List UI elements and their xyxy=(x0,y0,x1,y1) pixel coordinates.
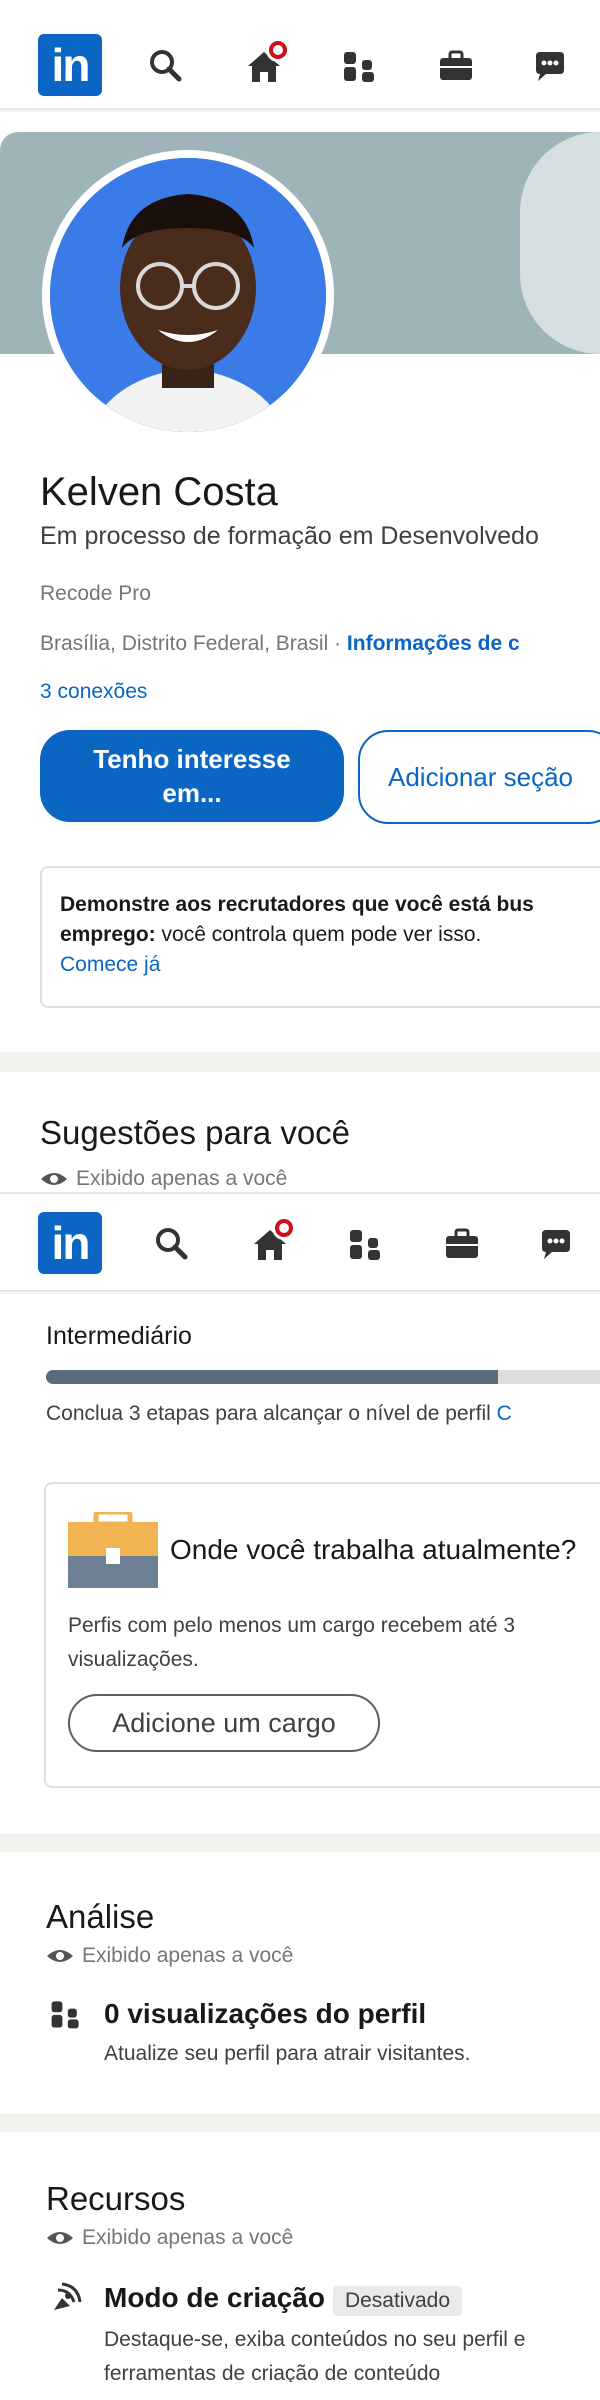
resources-visibility: Exibido apenas a você xyxy=(46,2226,293,2250)
profile-strength-bar xyxy=(46,1370,600,1384)
progress-hint: Conclua 3 etapas para alcançar o nível d… xyxy=(46,1402,512,1425)
creator-mode-sub-line2: ferramentas de criação de conteúdo xyxy=(104,2362,441,2382)
briefcase-icon xyxy=(68,1509,158,1588)
linkedin-logo-icon[interactable]: in xyxy=(38,1212,102,1274)
satellite-dish-icon xyxy=(48,2280,84,2316)
open-to-button-line2: em... xyxy=(162,778,222,808)
home-icon[interactable] xyxy=(244,38,290,86)
creator-mode-row[interactable]: Modo de criação Desativado xyxy=(104,2282,462,2316)
home-icon[interactable] xyxy=(250,1216,296,1264)
progress-hint-link[interactable]: C xyxy=(497,1402,512,1425)
top-nav-bar: in xyxy=(0,0,600,110)
role-card-desc-line2: visualizações. xyxy=(68,1648,199,1671)
creator-mode-sub: Destaque-se, exiba conteúdos no seu perf… xyxy=(104,2328,526,2351)
get-started-link[interactable]: Comece já xyxy=(60,950,160,980)
profile-headline: Em processo de formação em Desenvolvedo xyxy=(40,522,539,550)
jobs-icon[interactable] xyxy=(436,46,476,86)
people-icon xyxy=(48,1996,84,2032)
suggestions-visibility: Exibido apenas a você xyxy=(40,1166,287,1192)
contact-info-link[interactable]: Informações de c xyxy=(347,632,520,655)
messaging-icon[interactable] xyxy=(530,46,570,86)
creator-mode-status-badge: Desativado xyxy=(332,2286,462,2316)
eye-icon xyxy=(47,2232,73,2244)
connections-link[interactable]: 3 conexões xyxy=(40,680,147,704)
network-icon[interactable] xyxy=(340,46,380,86)
open-to-button[interactable]: Tenho interesse em... xyxy=(40,730,344,822)
analytics-title: Análise xyxy=(46,1898,155,1935)
role-card-title: Onde você trabalha atualmente? xyxy=(170,1534,577,1565)
profile-views-link[interactable]: 0 visualizações do perfil xyxy=(104,1998,426,2030)
jobs-icon[interactable] xyxy=(442,1224,482,1264)
resources-card xyxy=(0,2132,600,2400)
profile-location-row: Brasília, Distrito Federal, Brasil · Inf… xyxy=(40,632,520,656)
avatar[interactable] xyxy=(50,158,326,432)
profile-location: Brasília, Distrito Federal, Brasil · xyxy=(40,632,347,655)
suggestions-title: Sugestões para você xyxy=(40,1114,351,1151)
search-icon[interactable] xyxy=(146,46,186,86)
profile-level: Intermediário xyxy=(46,1322,192,1350)
messaging-icon[interactable] xyxy=(536,1224,576,1264)
open-to-button-line1: Tenho interesse xyxy=(93,744,291,774)
add-role-button[interactable]: Adicione um cargo xyxy=(68,1694,380,1752)
profile-strength-fill xyxy=(46,1370,499,1384)
section-divider xyxy=(0,1052,600,1072)
add-section-button[interactable]: Adicionar seção xyxy=(358,730,600,824)
sticky-top-nav-bar: in xyxy=(0,1192,600,1292)
analytics-card xyxy=(0,1852,600,2114)
profile-company: Recode Pro xyxy=(40,582,151,605)
notification-badge xyxy=(272,1216,296,1240)
analytics-visibility: Exibido apenas a você xyxy=(46,1944,293,1968)
callout-text-line2: emprego: você controla quem pode ver iss… xyxy=(60,923,482,946)
open-to-work-callout: Demonstre aos recrutadores que você está… xyxy=(40,866,600,1008)
section-divider xyxy=(0,2114,600,2132)
section-divider xyxy=(0,1834,600,1852)
eye-icon xyxy=(47,1950,73,1962)
eye-icon xyxy=(41,1173,67,1185)
profile-views-sub: Atualize seu perfil para atrair visitant… xyxy=(104,2042,471,2065)
search-icon[interactable] xyxy=(152,1224,192,1264)
role-card-desc-line1: Perfis com pelo menos um cargo recebem a… xyxy=(68,1614,516,1637)
profile-name: Kelven Costa xyxy=(40,470,278,514)
resources-title: Recursos xyxy=(46,2180,186,2217)
callout-text-line1: Demonstre aos recrutadores que você está… xyxy=(60,893,534,916)
creator-mode-title: Modo de criação xyxy=(104,2282,325,2313)
add-role-card: Onde você trabalha atualmente? Perfis co… xyxy=(44,1482,600,1788)
linkedin-logo-icon[interactable]: in xyxy=(38,34,102,96)
network-icon[interactable] xyxy=(346,1224,386,1264)
notification-badge xyxy=(266,38,290,62)
